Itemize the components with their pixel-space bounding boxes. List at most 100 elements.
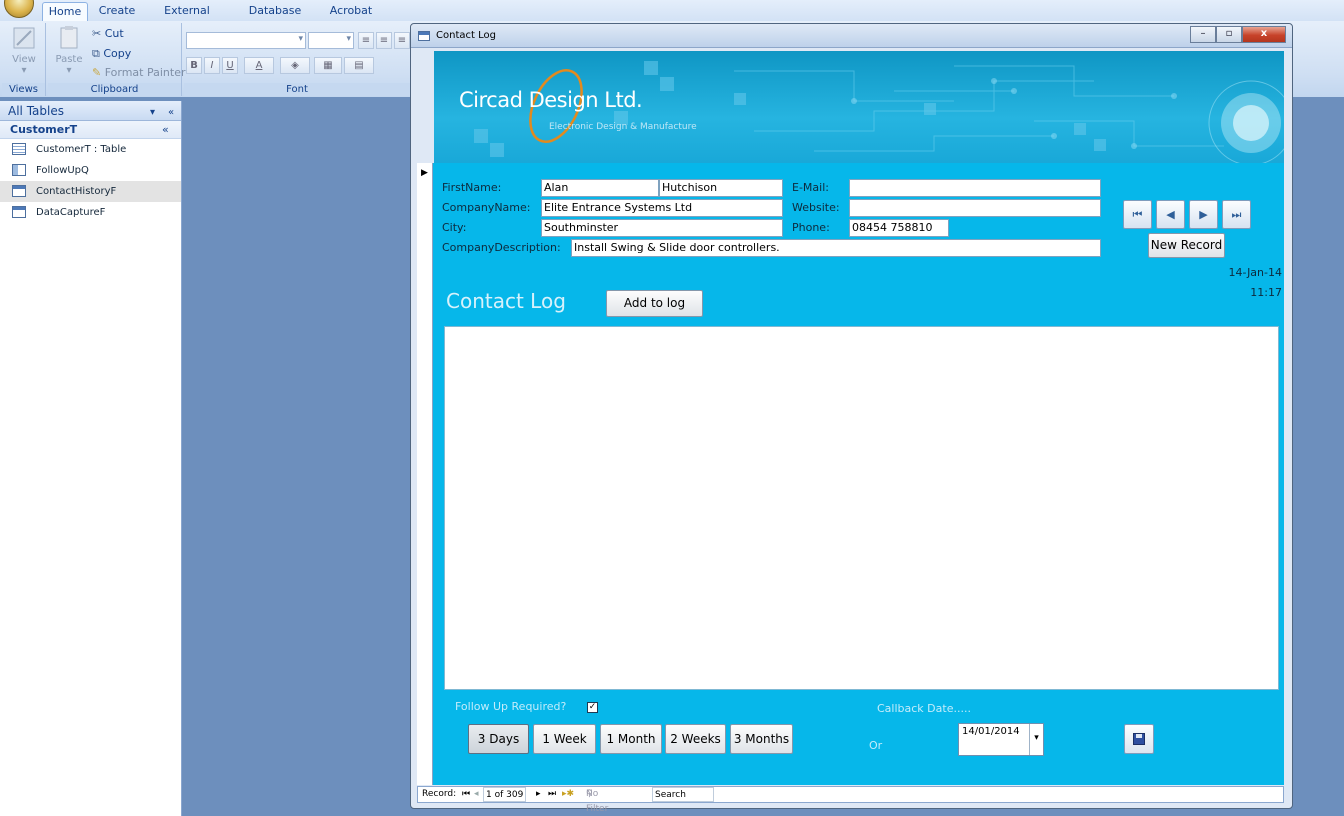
no-filter-label: No Filter [586, 789, 609, 814]
close-button[interactable]: x [1242, 26, 1286, 43]
website-label: Website: [792, 201, 840, 214]
tab-home[interactable]: Home [42, 2, 88, 21]
nav-group-customert[interactable]: CustomerT « [0, 121, 181, 139]
city-field[interactable]: Southminster [541, 219, 783, 237]
email-field[interactable] [849, 179, 1101, 197]
email-label: E-Mail: [792, 181, 829, 194]
or-label: Or [869, 739, 883, 752]
first-record-icon[interactable]: ⏮ [462, 787, 470, 802]
companydescription-label: CompanyDescription: [442, 241, 561, 254]
gridlines-icon[interactable]: ▦ [314, 57, 342, 74]
font-color-label: A [255, 60, 263, 71]
paste-button[interactable]: Paste ▾ [54, 25, 84, 76]
navigation-pane: All Tables ▾ « CustomerT « CustomerT : T… [0, 101, 182, 816]
clipboard-group-label: Clipboard [48, 83, 181, 96]
3-days-button[interactable]: 3 Days [468, 724, 529, 754]
form-icon [12, 206, 26, 218]
view-icon [13, 27, 35, 49]
last-record-button[interactable]: ⏭ [1222, 200, 1251, 229]
1-month-button[interactable]: 1 Month [600, 724, 662, 754]
callback-date-value: 14/01/2014 [962, 726, 1020, 737]
tab-external-data[interactable]: External Data [152, 2, 222, 35]
chevron-down-icon[interactable]: ▾ [150, 103, 155, 123]
tab-create[interactable]: Create [96, 2, 138, 21]
font-color-button[interactable]: A [244, 57, 274, 74]
fill-color-icon[interactable]: ◈ [280, 57, 310, 74]
nav-pane-header[interactable]: All Tables ▾ « [0, 101, 181, 121]
companydescription-field[interactable]: Install Swing & Slide door controllers. [571, 239, 1101, 257]
company-logo: Circad Design Ltd. [459, 88, 643, 112]
new-record-icon[interactable]: ▸✱ [562, 787, 574, 802]
save-button[interactable] [1124, 724, 1154, 754]
tab-database-tools[interactable]: Database Tools [236, 2, 314, 35]
nav-item-followupq[interactable]: FollowUpQ [0, 160, 181, 181]
callback-date-combo[interactable]: 14/01/2014 ▾ [958, 723, 1044, 756]
website-field[interactable] [849, 199, 1101, 217]
window-titlebar[interactable]: Contact Log – ▫ x [411, 24, 1292, 48]
add-to-log-button[interactable]: Add to log [606, 290, 703, 317]
font-name-combo[interactable] [186, 32, 306, 49]
record-selector[interactable]: ▶ [417, 163, 433, 785]
follow-up-checkbox[interactable]: ✓ [587, 702, 598, 713]
chevron-down-icon[interactable]: ▾ [1029, 724, 1043, 755]
bold-button[interactable]: B [186, 57, 202, 74]
underline-button[interactable]: U [222, 57, 238, 74]
copy-button[interactable]: ⧉ Copy [92, 47, 131, 61]
nav-pane-title: All Tables [8, 104, 64, 118]
align-center-icon[interactable]: ≡ [376, 32, 392, 49]
next-record-button[interactable]: ▶ [1189, 200, 1218, 229]
current-date: 14-Jan-14 [1228, 266, 1282, 279]
lastname-field[interactable]: Hutchison [659, 179, 783, 197]
3-months-button[interactable]: 3 Months [730, 724, 793, 754]
view-button[interactable]: View ▾ [6, 25, 42, 76]
last-record-icon[interactable]: ⏭ [548, 787, 556, 802]
copy-icon: ⧉ [92, 47, 100, 60]
nav-item-label: CustomerT : Table [36, 144, 127, 155]
prev-record-button[interactable]: ◀ [1156, 200, 1185, 229]
new-record-button[interactable]: New Record [1148, 233, 1225, 258]
collapse-pane-icon[interactable]: « [168, 103, 174, 123]
form-detail: ▶ FirstName: Alan Hutchison CompanyName:… [417, 163, 1284, 785]
cut-label: Cut [104, 27, 124, 40]
office-button[interactable] [4, 0, 34, 18]
nav-item-label: DataCaptureF [36, 207, 106, 218]
align-left-icon[interactable]: ≡ [358, 32, 374, 49]
format-painter-button[interactable]: ✎ Format Painter [92, 66, 186, 79]
nav-item-contacthistoryf[interactable]: ContactHistoryF [0, 181, 181, 202]
minimize-button[interactable]: – [1190, 26, 1216, 43]
nav-item-datacapturef[interactable]: DataCaptureF [0, 202, 181, 223]
align-right-icon[interactable]: ≡ [394, 32, 410, 49]
nav-item-label: ContactHistoryF [36, 186, 117, 197]
record-position[interactable]: 1 of 309 [483, 787, 527, 802]
view-label: View [12, 54, 36, 65]
companyname-field[interactable]: Elite Entrance Systems Ltd [541, 199, 783, 217]
italic-button[interactable]: I [204, 57, 220, 74]
floppy-disk-icon [1133, 733, 1145, 745]
1-week-button[interactable]: 1 Week [533, 724, 596, 754]
record-pointer-icon: ▶ [421, 168, 428, 178]
nav-item-customert-table[interactable]: CustomerT : Table [0, 139, 181, 160]
brush-icon: ✎ [92, 66, 102, 79]
collapse-group-icon[interactable]: « [162, 121, 169, 139]
next-record-icon: ▶ [1199, 208, 1208, 221]
tab-acrobat[interactable]: Acrobat [328, 2, 374, 21]
cut-button[interactable]: ✂ Cut [92, 27, 124, 40]
prev-record-icon[interactable]: ◂ [474, 787, 479, 802]
follow-up-label: Follow Up Required? [455, 700, 567, 713]
maximize-button[interactable]: ▫ [1216, 26, 1242, 43]
alternate-fill-icon[interactable]: ▤ [344, 57, 374, 74]
first-record-icon: ⏮ [1132, 208, 1143, 221]
contact-log-area[interactable] [444, 326, 1279, 690]
views-group: View ▾ Views [2, 23, 46, 96]
font-group-label: Font [184, 83, 410, 96]
first-record-button[interactable]: ⏮ [1123, 200, 1152, 229]
paste-label: Paste [55, 54, 83, 65]
search-box[interactable]: Search [652, 787, 714, 802]
phone-field[interactable]: 08454 758810 [849, 219, 949, 237]
2-weeks-button[interactable]: 2 Weeks [665, 724, 726, 754]
font-size-combo[interactable] [308, 32, 354, 49]
firstname-field[interactable]: Alan [541, 179, 659, 197]
next-record-icon[interactable]: ▸ [536, 787, 541, 802]
nav-item-label: FollowUpQ [36, 165, 89, 176]
firstname-label: FirstName: [442, 181, 502, 194]
